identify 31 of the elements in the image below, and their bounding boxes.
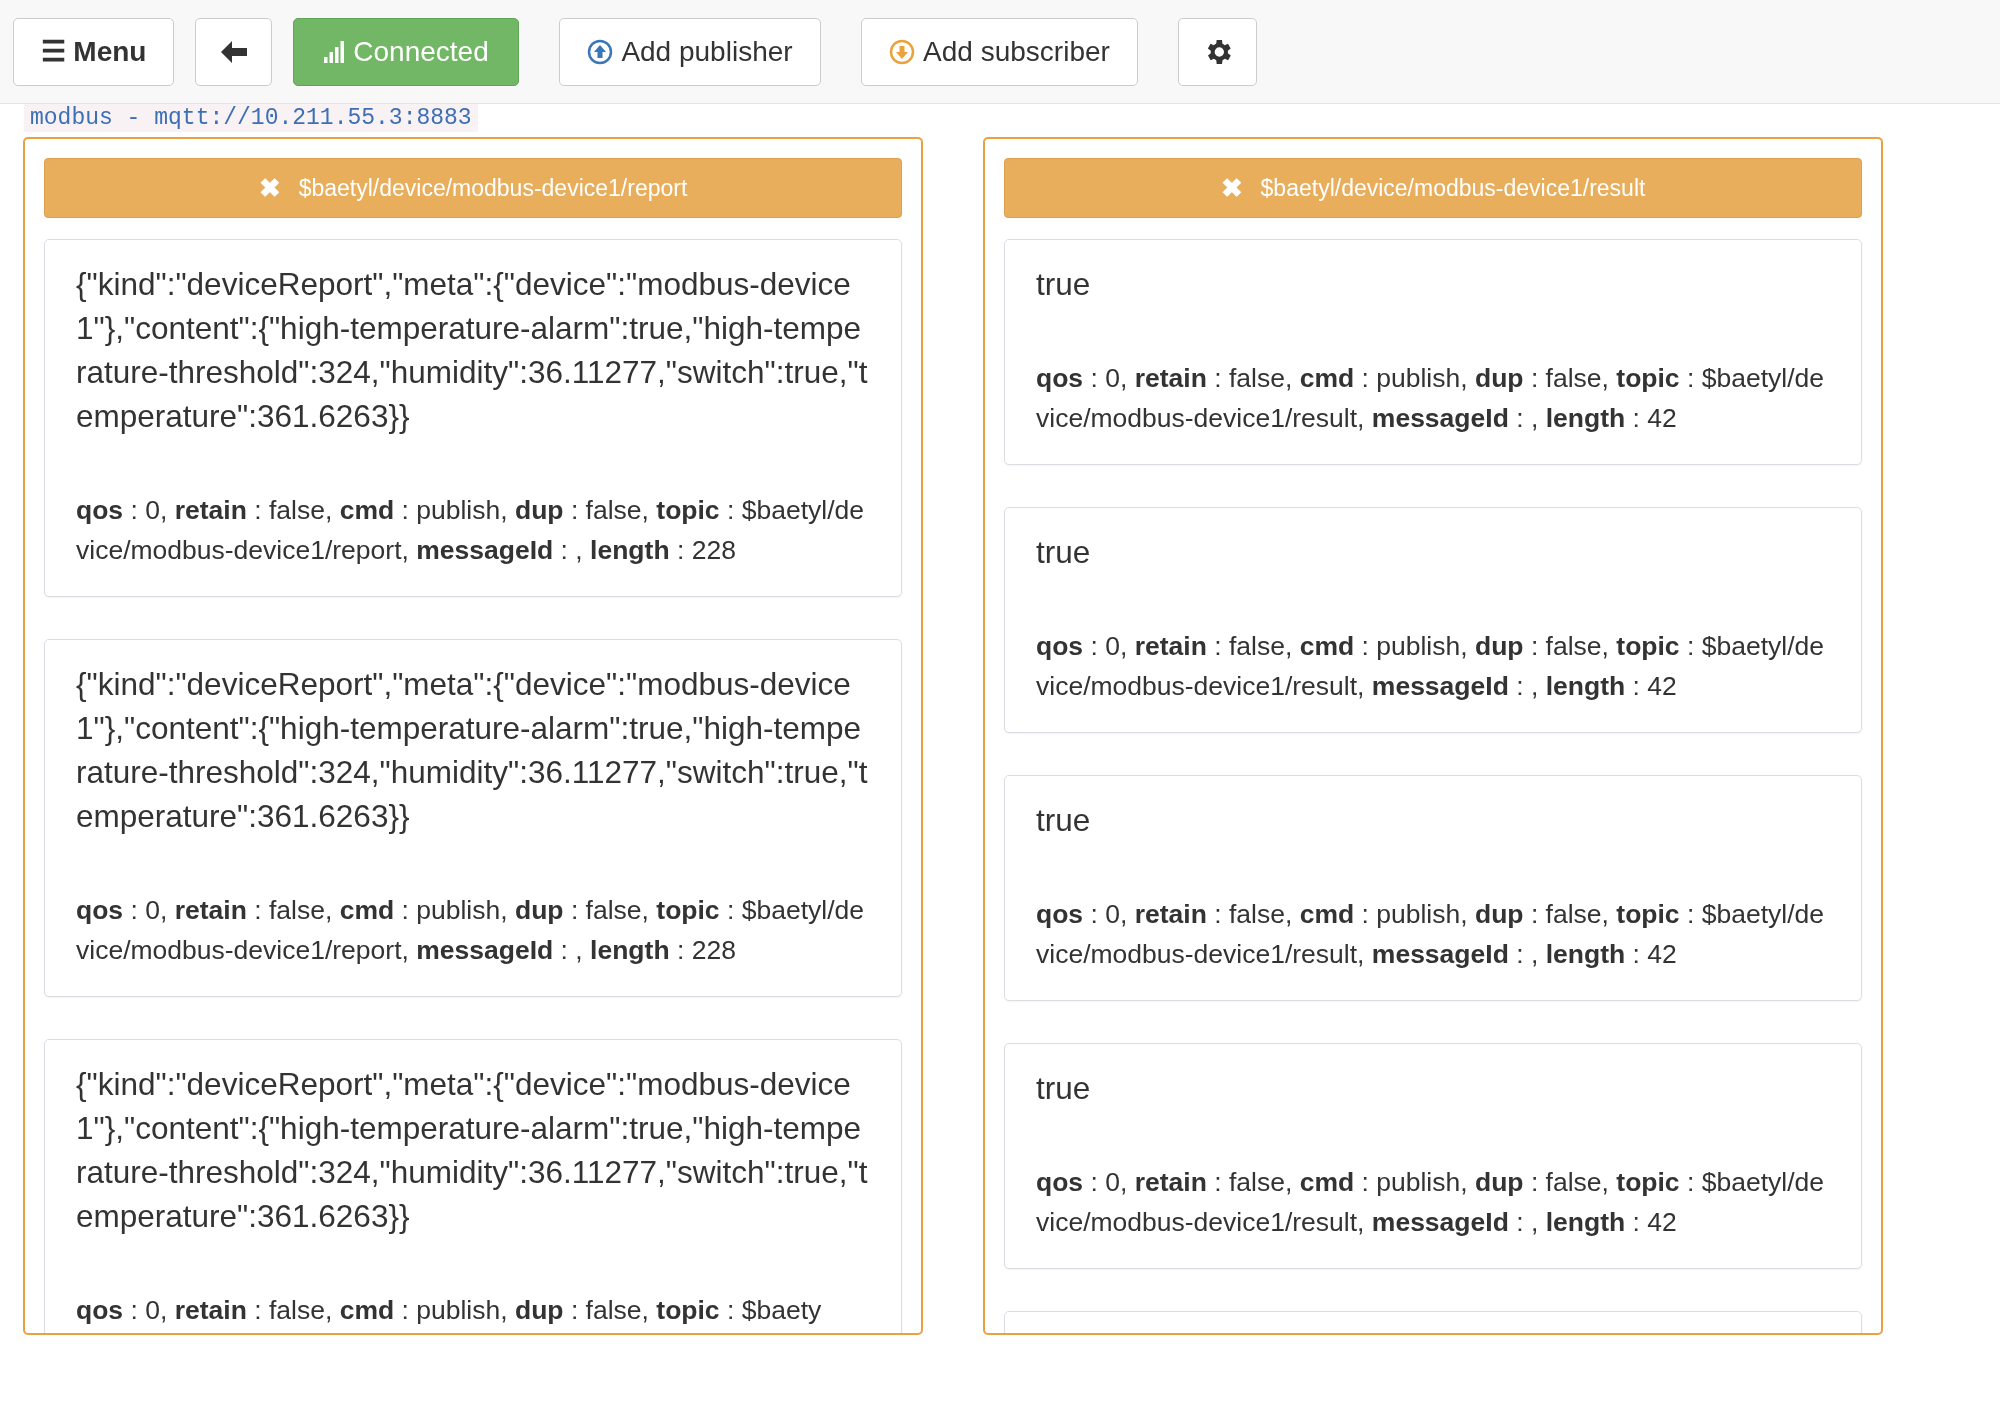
message-meta: qos : 0, retain : false, cmd : publish, dup : false, topic : $baetyl/device/modbus-device1/report, messageId : , length : 228 bbox=[76, 494, 865, 567]
message-meta: qos : 0, retain : false, cmd : publish, dup : false, topic : $baetyl/device/modbus-device1/result, messageId : , length : 42 bbox=[1036, 362, 1825, 435]
connection-label: modbus - mqtt://10.211.55.3:8883 bbox=[24, 104, 478, 132]
add-subscriber-button[interactable]: Add subscriber bbox=[861, 17, 1138, 86]
left-arrow-icon bbox=[220, 40, 247, 63]
add-publisher-button[interactable]: Add publisher bbox=[559, 17, 821, 86]
message-meta: qos : 0, retain : false, cmd : publish, dup : false, topic : $baetyl/device/modbus-device1/result, messageId : , length : 42 bbox=[1036, 898, 1825, 971]
topic-header[interactable]: ✖ $baetyl/device/modbus-device1/report bbox=[44, 158, 902, 218]
signal-icon bbox=[323, 40, 346, 63]
message-payload: {"kind":"deviceReport","meta":{"device":"modbus-device1"},"content":{"high-temperature-alarm":true,"high-temperature-threshold":324,"humidity":36.11277,"switch":true,"temperature":361.6263}} bbox=[76, 265, 869, 436]
topic-header[interactable]: ✖ $baetyl/device/modbus-device1/result bbox=[1004, 158, 1862, 218]
message-payload: true bbox=[1036, 1069, 1092, 1108]
up-arrow-circle-icon bbox=[587, 38, 614, 65]
settings-button[interactable] bbox=[1178, 17, 1257, 86]
message-meta: qos : 0, retain : false, cmd : publish, dup : false, topic : $baety bbox=[76, 1294, 823, 1327]
topic-label: $baetyl/device/modbus-device1/result bbox=[1260, 174, 1646, 202]
menu-button[interactable]: ☰ Menu bbox=[13, 17, 174, 86]
close-icon[interactable]: ✖ bbox=[1220, 172, 1243, 204]
message-payload: {"kind":"deviceReport","meta":{"device":"modbus-device1"},"content":{"high-temperature-alarm":true,"high-temperature-threshold":324,"humidity":36.11277,"switch":true,"temperature":361.6263}} bbox=[76, 1065, 869, 1236]
message-payload: true bbox=[1036, 265, 1092, 304]
message-meta: qos : 0, retain : false, cmd : publish, dup : false, topic : $baetyl/device/modbus-device1/result, messageId : , length : 42 bbox=[1036, 1166, 1825, 1239]
topic-label: $baetyl/device/modbus-device1/report bbox=[298, 174, 688, 202]
down-arrow-circle-icon bbox=[889, 38, 916, 65]
message-payload: true bbox=[1036, 801, 1092, 840]
message-payload: true bbox=[1036, 533, 1092, 572]
close-icon[interactable]: ✖ bbox=[258, 172, 281, 204]
back-button[interactable] bbox=[195, 17, 272, 86]
message-meta: qos : 0, retain : false, cmd : publish, dup : false, topic : $baetyl/device/modbus-device1/result, messageId : , length : 42 bbox=[1036, 630, 1825, 703]
message-meta: qos : 0, retain : false, cmd : publish, dup : false, topic : $baetyl/device/modbus-device1/report, messageId : , length : 228 bbox=[76, 894, 865, 967]
connection-button[interactable]: Connected bbox=[293, 17, 519, 86]
message-payload: {"kind":"deviceReport","meta":{"device":"modbus-device1"},"content":{"high-temperature-alarm":true,"high-temperature-threshold":324,"humidity":36.11277,"switch":true,"temperature":361.6263}} bbox=[76, 665, 869, 836]
